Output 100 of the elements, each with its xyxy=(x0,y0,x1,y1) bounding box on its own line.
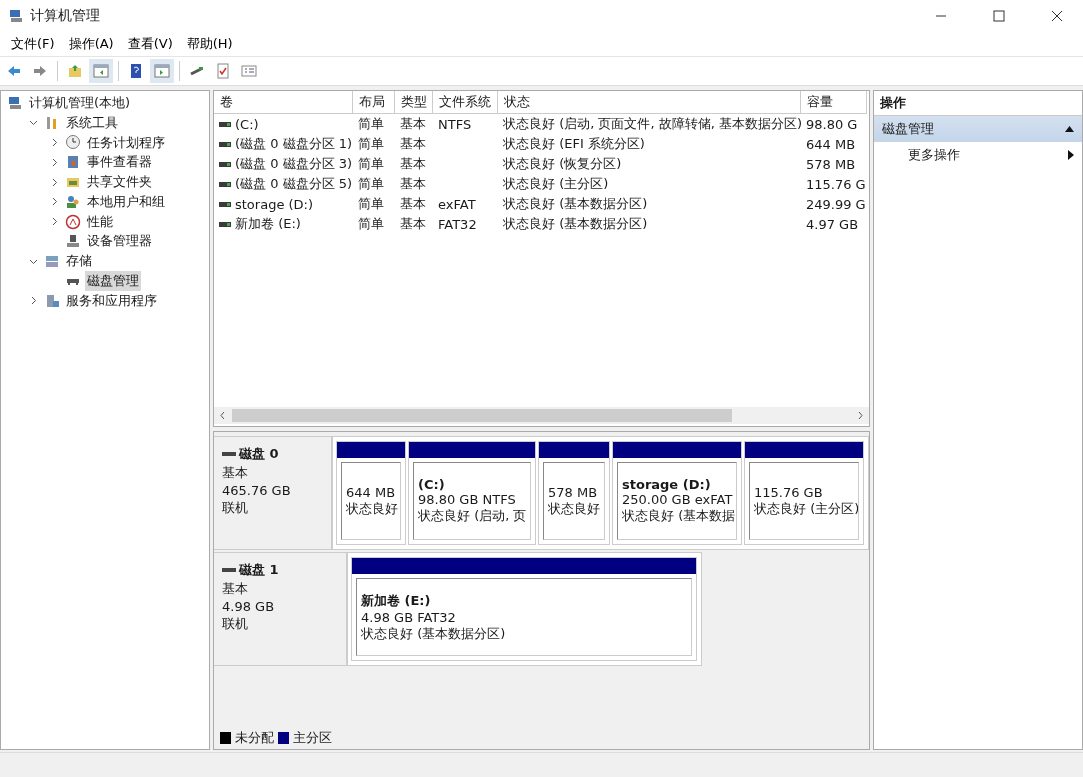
partition-status: 状态良好 (启动, 页 xyxy=(418,507,526,525)
drive-icon xyxy=(219,181,231,187)
column-header[interactable]: 状态 xyxy=(498,91,801,114)
table-cell: 状态良好 (启动, 页面文件, 故障转储, 基本数据分区) xyxy=(503,115,801,133)
table-cell: (磁盘 0 磁盘分区 1) xyxy=(235,135,353,153)
table-cell: 4.97 GB xyxy=(806,216,859,232)
menu-item[interactable]: 查看(V) xyxy=(120,33,180,55)
drive-icon xyxy=(222,452,236,456)
menu-item[interactable]: 文件(F) xyxy=(4,33,62,55)
legend-label: 主分区 xyxy=(293,729,332,747)
table-cell: NTFS xyxy=(438,116,472,132)
collapse-up-icon[interactable] xyxy=(1065,126,1074,132)
action-group[interactable]: 磁盘管理 xyxy=(874,116,1082,142)
disk-size: 465.76 GB xyxy=(222,483,292,498)
table-cell: (磁盘 0 磁盘分区 3) xyxy=(235,155,353,173)
tree-item[interactable]: 服务和应用程序 xyxy=(64,290,159,311)
server-icon xyxy=(44,292,60,309)
partition-status: 状态良好 xyxy=(346,499,396,518)
menu-item[interactable]: 操作(A) xyxy=(61,33,121,55)
disk-size: 4.98 GB xyxy=(222,599,276,614)
horizontal-scrollbar[interactable] xyxy=(214,407,869,424)
back-arrow-icon xyxy=(6,63,22,79)
tree-item[interactable]: 本地用户和组 xyxy=(85,191,167,212)
disk-info-panel[interactable]: 磁盘 1 基本 4.98 GB 联机 xyxy=(214,552,347,666)
table-cell: 状态良好 (恢复分区) xyxy=(503,155,622,173)
panel-icon xyxy=(93,63,109,79)
partition-size: 578 MB xyxy=(548,484,599,500)
drive-icon xyxy=(219,121,231,127)
action-item[interactable]: 更多操作 xyxy=(874,142,1082,168)
drive-icon xyxy=(219,161,231,167)
partition-size: 98.80 GB NTFS xyxy=(418,492,517,507)
pane-button[interactable] xyxy=(89,59,113,83)
partition-size: 644 MB xyxy=(346,484,396,500)
device-icon xyxy=(65,233,81,250)
table-cell: (C:) xyxy=(235,116,259,132)
table-cell: 基本 xyxy=(400,175,426,193)
forward-arrow-icon xyxy=(32,63,48,79)
table-cell: 状态良好 (EFI 系统分区) xyxy=(503,135,645,153)
tree-item[interactable]: 系统工具 xyxy=(64,112,120,133)
partition-block[interactable]: 578 MB 状态良好 xyxy=(538,441,610,545)
disk-status: 联机 xyxy=(222,499,249,517)
table-cell: 简单 xyxy=(358,155,384,173)
column-header[interactable]: 类型 xyxy=(395,91,433,114)
table-cell: 115.76 G xyxy=(806,176,866,192)
disk-name: 磁盘 0 xyxy=(239,445,279,463)
action-label: 更多操作 xyxy=(908,146,960,164)
partition-block[interactable]: (C:) 98.80 GB NTFS 状态良好 (启动, 页 xyxy=(408,441,536,545)
table-cell: exFAT xyxy=(438,196,476,212)
table-cell: 基本 xyxy=(400,155,426,173)
submenu-arrow-icon xyxy=(1068,150,1074,160)
tree-item[interactable]: 事件查看器 xyxy=(85,152,154,173)
table-cell: 98.80 G xyxy=(806,116,858,132)
table-cell: FAT32 xyxy=(438,216,477,232)
disk-type: 基本 xyxy=(222,464,249,482)
table-cell: 578 MB xyxy=(806,156,856,172)
scrollbar-thumb[interactable] xyxy=(232,409,732,422)
table-cell: 新加卷 (E:) xyxy=(235,215,301,233)
disk-status: 联机 xyxy=(222,615,249,633)
partition-size: 250.00 GB exFAT xyxy=(622,492,732,507)
table-cell: 简单 xyxy=(358,115,384,133)
partition-title: (C:) xyxy=(418,477,446,492)
tree-item[interactable]: 共享文件夹 xyxy=(85,172,154,193)
gauge-icon xyxy=(65,213,81,230)
action-group-label: 磁盘管理 xyxy=(882,120,934,138)
table-cell: 简单 xyxy=(358,175,384,193)
tree-item[interactable]: 磁盘管理 xyxy=(85,271,141,292)
column-header[interactable]: 卷 xyxy=(214,91,353,114)
table-cell: 简单 xyxy=(358,135,384,153)
column-header[interactable]: 布局 xyxy=(353,91,395,114)
maximize-icon xyxy=(993,10,1005,22)
column-header[interactable]: 容量 xyxy=(801,91,867,114)
table-cell: 简单 xyxy=(358,195,384,213)
partition-block[interactable]: 新加卷 (E:) 4.98 GB FAT32 状态良好 (基本数据分区) xyxy=(351,557,697,661)
help-icon xyxy=(128,63,144,79)
table-cell: 644 MB xyxy=(806,136,856,152)
menu-item[interactable]: 帮助(H) xyxy=(179,33,240,55)
drive-icon xyxy=(219,201,231,207)
partition-block[interactable]: 644 MB 状态良好 xyxy=(336,441,406,545)
table-cell: 状态良好 (基本数据分区) xyxy=(503,195,648,213)
computer-icon xyxy=(7,94,23,111)
panel-icon xyxy=(154,63,170,79)
tree-item[interactable]: 计算机管理(本地) xyxy=(27,92,133,113)
partition-title: storage (D:) xyxy=(622,477,712,492)
column-header[interactable]: 文件系统 xyxy=(433,91,498,114)
legend-label: 未分配 xyxy=(235,729,274,747)
disk-info-panel[interactable]: 磁盘 0 基本 465.76 GB 联机 xyxy=(214,436,332,550)
chevron-down-icon[interactable] xyxy=(28,118,38,128)
folder-icon xyxy=(67,63,83,79)
checklist-icon xyxy=(215,63,231,79)
partition-block[interactable]: 115.76 GB 状态良好 (主分区) xyxy=(744,441,864,545)
tree-item[interactable]: 性能 xyxy=(85,211,115,232)
table-cell: 基本 xyxy=(400,215,426,233)
window-title: 计算机管理 xyxy=(30,7,101,25)
clock-icon xyxy=(65,134,81,151)
partition-block[interactable]: storage (D:) 250.00 GB exFAT 状态良好 (基本数据 xyxy=(612,441,742,545)
list-icon xyxy=(241,63,257,79)
tree-item[interactable]: 任务计划程序 xyxy=(85,132,167,153)
tree-item[interactable]: 存储 xyxy=(64,251,94,272)
partition-size: 115.76 GB xyxy=(754,484,824,500)
tree-item[interactable]: 设备管理器 xyxy=(85,231,154,252)
